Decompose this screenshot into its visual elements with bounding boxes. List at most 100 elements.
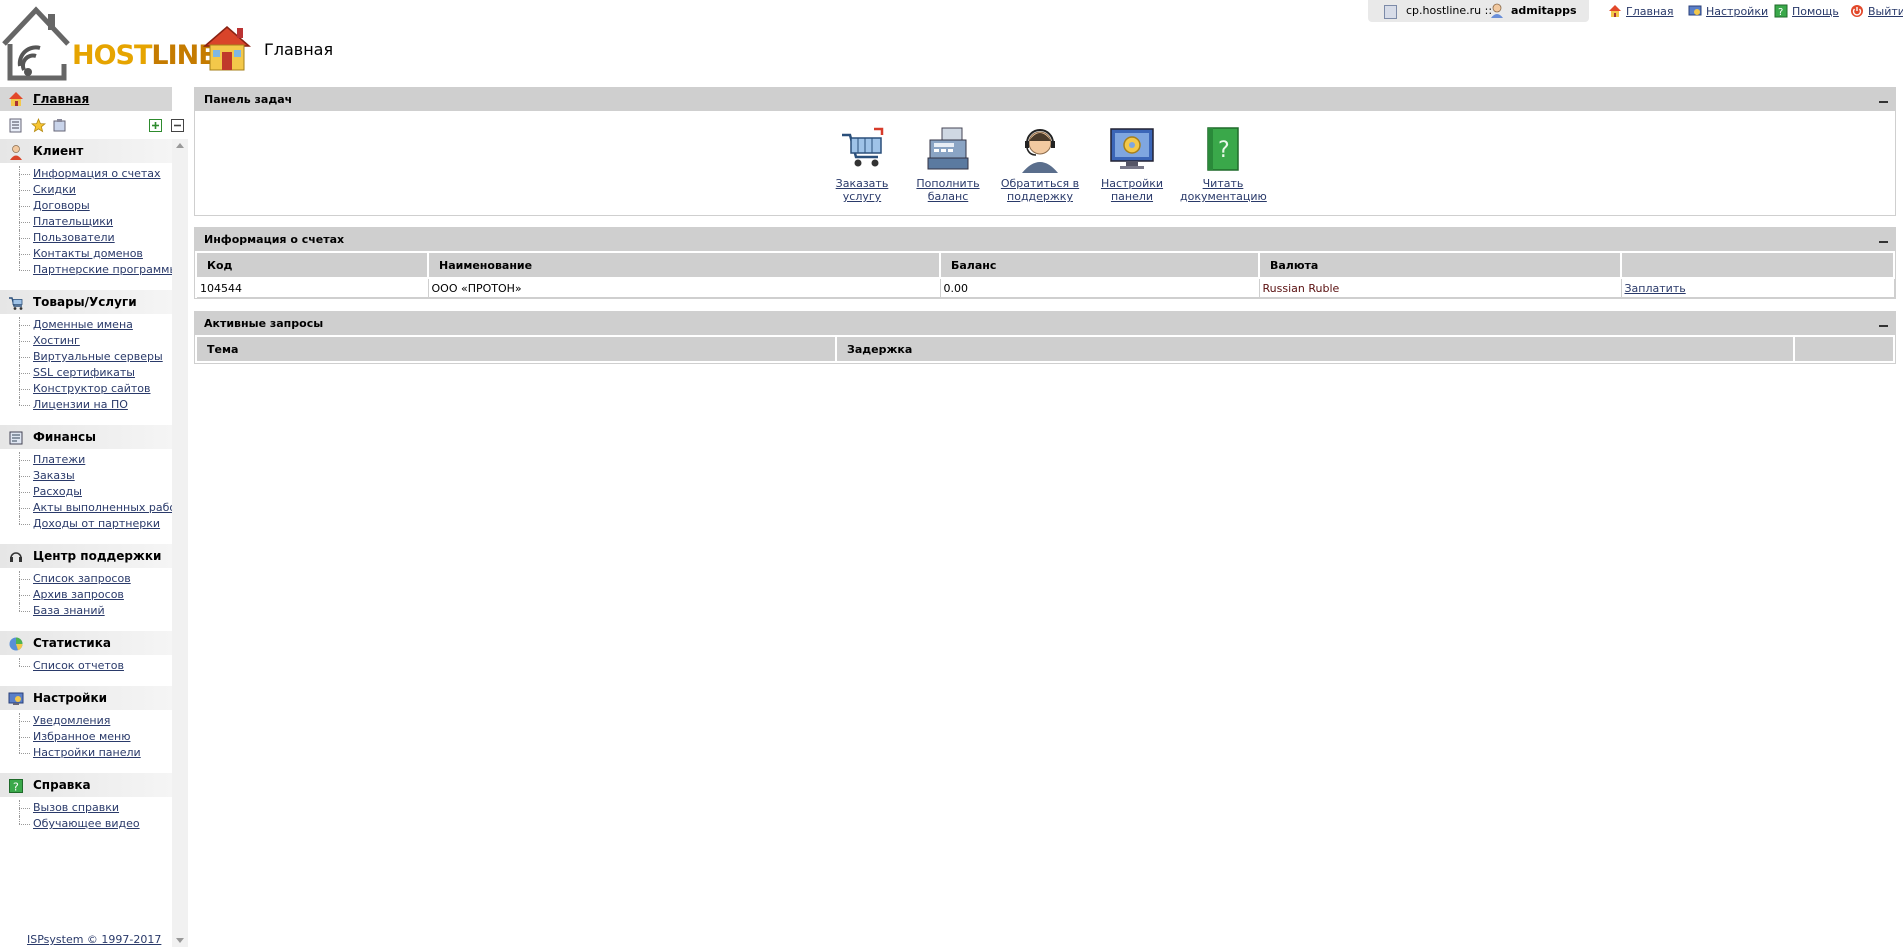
sidebar-section-header[interactable]: Товары/Услуги (0, 290, 172, 314)
sidebar-item-link[interactable]: Список отчетов (33, 659, 124, 672)
scroll-down-arrow-icon[interactable] (176, 938, 184, 943)
sidebar-section-header[interactable]: Финансы (0, 425, 172, 449)
task-top-up-balance-label[interactable]: Пополнить баланс (916, 177, 979, 203)
sidebar-item-link[interactable]: Акты выполненных работ (33, 501, 183, 514)
task-panel-settings-label[interactable]: Настройки панели (1101, 177, 1163, 203)
tree-view-icon[interactable] (8, 118, 23, 133)
sidebar-item-link[interactable]: Лицензии на ПО (33, 398, 128, 411)
sidebar-section-header[interactable]: Настройки (0, 686, 172, 710)
sidebar-item: Скидки (0, 182, 172, 198)
table-row[interactable]: 104544 ООО «ПРОТОН» 0.00 Russian Ruble З… (197, 278, 1895, 298)
sidebar-section-header[interactable]: ? Справка (0, 773, 172, 797)
toplink-help-label[interactable]: Помощь (1792, 5, 1839, 18)
sidebar-home-label[interactable]: Главная (33, 92, 89, 106)
task-top-up-balance[interactable]: Пополнить баланс (905, 125, 991, 203)
sidebar-item-link[interactable]: Вызов справки (33, 801, 119, 814)
account-action-cell: Заплатить (1621, 278, 1895, 298)
sidebar-item: База знаний (0, 603, 172, 619)
accounts-panel-header[interactable]: Информация о счетах (194, 227, 1896, 251)
requests-panel-body: Тема Задержка (194, 335, 1896, 364)
sidebar-section-header[interactable]: Центр поддержки (0, 544, 172, 568)
toplink-home[interactable]: Главная (1608, 4, 1674, 18)
sidebar-item-link[interactable]: Доменные имена (33, 318, 133, 331)
minimize-icon[interactable] (1879, 325, 1888, 327)
sidebar-section: Настройки Уведомления Избранное меню Настро… (0, 686, 172, 761)
col-name[interactable]: Наименование (428, 253, 941, 279)
sidebar-scrollbar[interactable] (172, 139, 188, 947)
col-currency[interactable]: Валюта (1259, 253, 1622, 279)
toplink-settings[interactable]: Настройки (1688, 4, 1768, 18)
sidebar-item: Список запросов (0, 571, 172, 587)
minimize-icon[interactable] (1879, 241, 1888, 243)
sidebar-section-title: Справка (33, 778, 91, 792)
sidebar-item-link[interactable]: Настройки панели (33, 746, 141, 759)
col-delay[interactable]: Задержка (836, 337, 1795, 363)
task-contact-support[interactable]: Обратиться в поддержку (997, 125, 1083, 203)
clipboard-icon[interactable] (52, 118, 67, 133)
sidebar-item-link[interactable]: Заказы (33, 469, 75, 482)
power-icon (1851, 5, 1863, 17)
minimize-icon[interactable] (1879, 101, 1888, 103)
sidebar-item: Вызов справки (0, 800, 172, 816)
task-panel-header[interactable]: Панель задач (194, 87, 1896, 111)
sidebar-item-link[interactable]: Обучающее видео (33, 817, 140, 830)
sidebar-sections: Клиент Информация о счетах Скидки Договоры П… (0, 139, 183, 832)
task-top-up-line1: Пополнить (916, 177, 980, 190)
favorites-star-icon[interactable] (31, 118, 46, 133)
pay-link[interactable]: Заплатить (1625, 282, 1686, 295)
sidebar-item-link[interactable]: Уведомления (33, 714, 110, 727)
sidebar-item-link[interactable]: Плательщики (33, 215, 113, 228)
sidebar-item: Настройки панели (0, 745, 172, 761)
collapse-all-icon[interactable] (170, 118, 185, 133)
help-icon: ? (1774, 4, 1788, 18)
sidebar-item-link[interactable]: Хостинг (33, 334, 80, 347)
col-actions (1794, 337, 1895, 363)
sidebar-item-link[interactable]: Контакты доменов (33, 247, 143, 260)
task-read-docs-label[interactable]: Читать документацию (1180, 177, 1267, 203)
sidebar-section-header[interactable]: Статистика (0, 631, 172, 655)
col-balance[interactable]: Баланс (940, 253, 1260, 279)
toplink-logout-label[interactable]: Выйти (1868, 5, 1903, 18)
sidebar-item-link[interactable]: Скидки (33, 183, 76, 196)
toplink-logout[interactable]: Выйти (1850, 4, 1903, 18)
sidebar-item-link[interactable]: Избранное меню (33, 730, 130, 743)
sidebar-item-link[interactable]: Конструктор сайтов (33, 382, 151, 395)
requests-panel-header[interactable]: Активные запросы (194, 311, 1896, 335)
ispsystem-copyright-link[interactable]: ISPsystem © 1997-2017 (27, 933, 161, 946)
sidebar-section: Финансы Платежи Заказы Расходы Акты выполнен… (0, 425, 183, 532)
sidebar-item-link[interactable]: Доходы от партнерки (33, 517, 160, 530)
sidebar-section-header[interactable]: Клиент (0, 139, 172, 163)
sidebar-item-link[interactable]: База знаний (33, 604, 105, 617)
task-read-docs[interactable]: ? Читать документацию (1180, 125, 1267, 203)
sidebar-section: ? Справка Вызов справки Обучающее видео (0, 773, 172, 832)
sidebar-section-items: Список запросов Архив запросов База знаний (0, 568, 172, 619)
toplink-home-label[interactable]: Главная (1626, 5, 1674, 18)
sidebar-item-link[interactable]: Партнерские программы (33, 263, 178, 276)
toplink-settings-label[interactable]: Настройки (1706, 5, 1768, 18)
toplink-help[interactable]: ? Помощь (1774, 4, 1839, 18)
task-order-service[interactable]: Заказать услугу (819, 125, 905, 203)
sidebar-item-link[interactable]: Список запросов (33, 572, 131, 585)
sidebar-item-link[interactable]: Договоры (33, 199, 90, 212)
account-code: 104544 (197, 278, 429, 298)
sidebar-item-link[interactable]: Расходы (33, 485, 82, 498)
svg-text:?: ? (1778, 7, 1783, 18)
user-name[interactable]: admitapps (1511, 4, 1577, 17)
task-panel-settings[interactable]: Настройки панели (1089, 125, 1175, 203)
sidebar-item-link[interactable]: Виртуальные серверы (33, 350, 163, 363)
sidebar-item-link[interactable]: Информация о счетах (33, 167, 161, 180)
sidebar-item-link[interactable]: Пользователи (33, 231, 115, 244)
col-code[interactable]: Код (197, 253, 429, 279)
scroll-up-arrow-icon[interactable] (176, 143, 184, 148)
sidebar-item-link[interactable]: SSL сертификаты (33, 366, 135, 379)
task-order-service-label[interactable]: Заказать услугу (836, 177, 889, 203)
sidebar-item-link[interactable]: Архив запросов (33, 588, 124, 601)
sidebar-item-link[interactable]: Платежи (33, 453, 85, 466)
col-subject[interactable]: Тема (197, 337, 837, 363)
hostline-logo[interactable]: HOSTLINE (0, 4, 217, 82)
expand-all-icon[interactable] (148, 118, 163, 133)
cash-register-icon (927, 127, 969, 170)
sidebar-home[interactable]: Главная (0, 87, 172, 111)
book-help-icon: ? (1207, 127, 1239, 171)
task-contact-support-label[interactable]: Обратиться в поддержку (1001, 177, 1079, 203)
